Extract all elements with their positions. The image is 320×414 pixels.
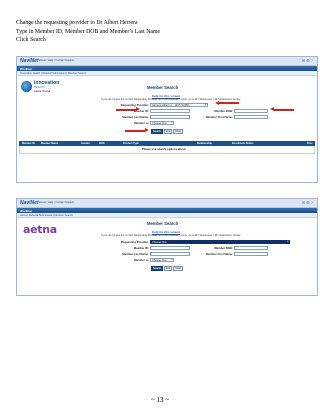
red-arrow-icon (116, 107, 140, 112)
member-id-label: Member ID: (133, 246, 149, 250)
exit-button[interactable]: Exit (164, 266, 172, 271)
member-is-label: Member is: (134, 121, 149, 125)
requesting-provider-select[interactable]: Herrera, Albert H. - 1407713255 (150, 102, 208, 107)
instructions: Change the requesting provider to Dr Alb… (16, 19, 306, 45)
member-is-select[interactable]: Choose One (150, 120, 174, 125)
member-dob-input[interactable] (234, 245, 268, 250)
member-id-input[interactable] (150, 108, 190, 113)
breadcrumb: Aetna | Referral Submission | Member Sea… (17, 213, 317, 218)
navinet-logo: NaviNet (20, 58, 39, 64)
instruction-line: Type in Member ID, Member DOB and Member… (16, 28, 161, 35)
member-id-input[interactable] (150, 245, 190, 250)
form-title: Member Search (147, 221, 179, 226)
column-header[interactable]: Product Type (123, 142, 139, 145)
top-bar: NaviNet Home | Help | Contact Support ✉⚙… (17, 199, 317, 208)
member-last-name-label: Member Last Name: (122, 252, 149, 256)
search-button[interactable]: Search (151, 129, 163, 134)
column-header[interactable]: DOB (99, 142, 105, 145)
red-arrow-icon (215, 100, 239, 106)
toolbar-icons[interactable]: ✉⚙? (302, 200, 314, 205)
toolbar-icons[interactable]: ✉⚙? (302, 58, 314, 63)
column-header[interactable]: Prov (307, 142, 313, 145)
results-message: Please use search options above (142, 147, 186, 151)
member-dob-input[interactable] (234, 108, 268, 113)
column-header[interactable]: Member ID (22, 142, 35, 145)
breadcrumb-text[interactable]: Innovation Health | Referral Submission … (20, 72, 86, 75)
innovation-logo-sub: HEALTH® (34, 86, 46, 89)
innovation-logo-partner: Aetna | Inova (34, 90, 51, 93)
exit-button[interactable]: Exit (164, 129, 172, 134)
member-search-screenshot-aetna: NaviNet Home | Help | Contact Support ✉⚙… (16, 198, 318, 296)
navinet-logo: NaviNet (20, 200, 39, 206)
red-arrow-icon (125, 128, 149, 133)
member-is-label: Member is: (134, 258, 149, 262)
member-first-name-input[interactable] (234, 114, 268, 119)
workbar-label: Workbar (20, 66, 33, 71)
member-dob-label: Member DOB: (214, 246, 233, 250)
member-first-name-label: Member First Name: (206, 252, 233, 256)
member-last-name-input[interactable] (150, 114, 190, 119)
breadcrumb: Innovation Health | Referral Submission … (17, 71, 317, 76)
requesting-provider-label: Requesting Provider: (120, 240, 149, 244)
aetna-logo: aetna (23, 223, 57, 236)
page-number: ~ 13 ~ (150, 396, 170, 404)
top-bar: NaviNet Home | Help | Contact Support ✉⚙… (17, 57, 317, 66)
instruction-line: Change the requesting provider to Dr Alb… (16, 20, 138, 26)
red-arrow-icon (270, 107, 294, 112)
innovation-health-logo: innovation HEALTH® Aetna | Inova (21, 79, 73, 101)
clear-button[interactable]: Clear (173, 266, 183, 271)
member-dob-label: Member DOB: (214, 109, 233, 113)
column-header[interactable]: Enrollment Status (232, 142, 253, 145)
search-button[interactable]: Search (151, 266, 163, 271)
breadcrumb-text[interactable]: Aetna | Referral Submission | Member Sea… (20, 214, 73, 217)
form-title: Member Search (147, 85, 179, 90)
workbar-label: Workbar (20, 208, 33, 213)
results-table-body: Please use search options above (19, 145, 315, 154)
top-links[interactable]: Home | Help | Contact Support (39, 201, 74, 204)
top-links[interactable]: Home | Help | Contact Support (39, 59, 74, 62)
member-first-name-label: Member First Name: (206, 115, 233, 119)
clear-button[interactable]: Clear (173, 129, 183, 134)
member-last-name-label: Member Last Name: (122, 115, 149, 119)
member-search-screenshot-innovation: NaviNet Home | Help | Contact Support ✉⚙… (16, 56, 318, 183)
member-last-name-input[interactable] (150, 251, 190, 256)
column-header[interactable]: Member Name (41, 142, 58, 145)
member-first-name-input[interactable] (234, 251, 268, 256)
instruction-line: Click Search (16, 37, 46, 44)
column-header[interactable]: Relationship (197, 142, 212, 145)
member-is-select[interactable]: Choose One (150, 257, 174, 262)
innovation-circle-icon (21, 81, 32, 92)
provider-hint: If you do not see the correct Requesting… (101, 234, 241, 237)
column-header[interactable]: Gender (81, 142, 90, 145)
requesting-provider-select[interactable]: Choose One (150, 239, 290, 244)
